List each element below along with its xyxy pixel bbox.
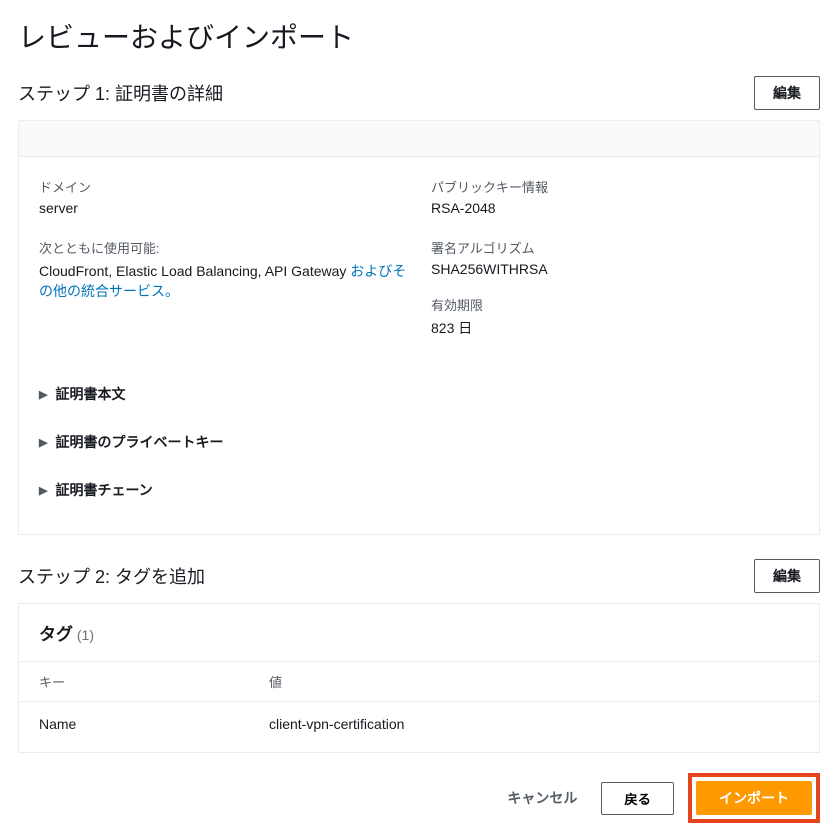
caret-right-icon: ▶	[39, 436, 47, 449]
step1-header: ステップ 1: 証明書の詳細 編集	[18, 76, 820, 110]
step1-title: ステップ 1: 証明書の詳細	[18, 80, 223, 106]
tag-key: Name	[39, 716, 269, 732]
expander-cert-body-label: 証明書本文	[55, 384, 125, 404]
detail-signature: 署名アルゴリズム SHA256WITHRSA	[431, 238, 799, 277]
tags-col-key: キー	[39, 672, 269, 691]
detail-usablewith: 次とともに使用可能: CloudFront, Elastic Load Bala…	[39, 238, 407, 338]
expander-private-key[interactable]: ▶ 証明書のプライベートキー	[39, 418, 799, 466]
detail-usablewith-text: CloudFront, Elastic Load Balancing, API …	[39, 263, 350, 279]
detail-expiration-value: 823 日	[431, 318, 799, 338]
detail-publickey-label: パブリックキー情報	[431, 177, 799, 196]
step1-expanders: ▶ 証明書本文 ▶ 証明書のプライベートキー ▶ 証明書チェーン	[19, 366, 819, 534]
tags-panel: タグ (1) キー 値 Name client-vpn-certificatio…	[18, 603, 820, 753]
detail-domain: ドメイン server	[39, 177, 407, 216]
step1-edit-button[interactable]: 編集	[754, 76, 820, 110]
table-row: Name client-vpn-certification	[19, 702, 819, 752]
tag-value: client-vpn-certification	[269, 716, 799, 732]
page-title: レビューおよびインポート	[18, 16, 820, 56]
tags-title: タグ	[39, 625, 73, 644]
cancel-button[interactable]: キャンセル	[497, 782, 587, 814]
caret-right-icon: ▶	[39, 484, 47, 497]
step2-title: ステップ 2: タグを追加	[18, 563, 205, 589]
detail-publickey-value: RSA-2048	[431, 200, 799, 216]
detail-expiration: 有効期限 823 日	[431, 295, 799, 338]
caret-right-icon: ▶	[39, 388, 47, 401]
import-button[interactable]: インポート	[696, 781, 812, 815]
tags-columns: キー 値	[19, 662, 819, 702]
back-button[interactable]: 戻る	[601, 782, 674, 815]
step1-panel: ドメイン server パブリックキー情報 RSA-2048 次とともに使用可能…	[18, 120, 820, 535]
step1-panel-body: ドメイン server パブリックキー情報 RSA-2048 次とともに使用可能…	[19, 157, 819, 366]
detail-usablewith-value: CloudFront, Elastic Load Balancing, API …	[39, 261, 407, 301]
footer-actions: キャンセル 戻る インポート	[18, 753, 820, 823]
expander-private-key-label: 証明書のプライベートキー	[55, 432, 223, 452]
detail-domain-value: server	[39, 200, 407, 216]
detail-signature-label: 署名アルゴリズム	[431, 238, 799, 257]
tags-col-value: 値	[269, 672, 799, 691]
detail-usablewith-label: 次とともに使用可能:	[39, 238, 407, 257]
detail-expiration-label: 有効期限	[431, 295, 799, 314]
detail-domain-label: ドメイン	[39, 177, 407, 196]
expander-cert-chain-label: 証明書チェーン	[55, 480, 152, 500]
tags-panel-header: タグ (1)	[19, 604, 819, 662]
step2-header: ステップ 2: タグを追加 編集	[18, 559, 820, 593]
detail-publickey: パブリックキー情報 RSA-2048	[431, 177, 799, 216]
detail-signature-value: SHA256WITHRSA	[431, 261, 799, 277]
step1-panel-topbar	[19, 121, 819, 157]
tags-count: (1)	[77, 627, 94, 643]
expander-cert-chain[interactable]: ▶ 証明書チェーン	[39, 466, 799, 514]
step2-edit-button[interactable]: 編集	[754, 559, 820, 593]
expander-cert-body[interactable]: ▶ 証明書本文	[39, 370, 799, 418]
import-highlight: インポート	[688, 773, 820, 823]
